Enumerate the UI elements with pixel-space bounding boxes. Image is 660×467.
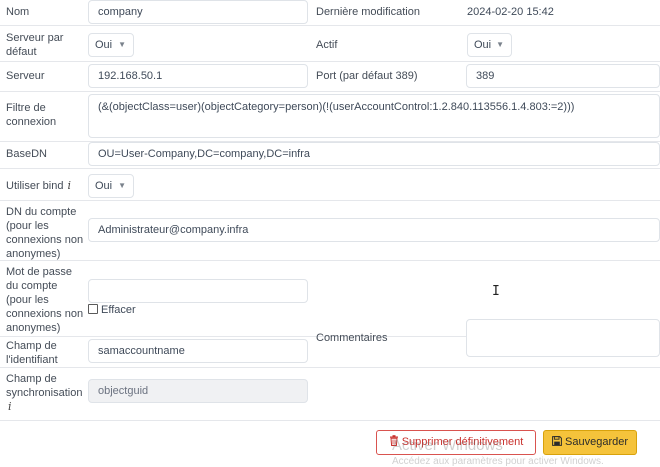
label-port: Port (par défaut 389) [316,70,418,82]
save-icon [552,436,562,446]
divider [0,200,660,201]
nom-input[interactable]: company [88,0,308,24]
divider [0,260,660,261]
utiliser-bind-select[interactable]: Oui ▼ [88,174,134,198]
label-utiliser-bind: Utiliser bind i [6,179,71,193]
serveur-par-defaut-select[interactable]: Oui ▼ [88,33,134,57]
divider [0,25,660,26]
utiliser-bind-label-text: Utiliser bind [6,180,64,192]
info-icon[interactable]: i [67,179,71,192]
actif-value: Oui [474,39,492,51]
serveur-input[interactable]: 192.168.50.1 [88,64,308,88]
divider [0,420,660,421]
divider [0,168,660,169]
label-serveur: Serveur [6,70,45,82]
label-nom: Nom [6,6,30,18]
actif-select[interactable]: Oui ▼ [467,33,512,57]
champ-synchronisation-label-text: Champ de synchronisation [6,373,83,399]
derniere-modification-value: 2024-02-20 15:42 [467,6,554,18]
champ-synchronisation-input: objectguid [88,379,308,403]
mot-de-passe-input[interactable] [88,279,308,303]
label-serveur-par-defaut: Serveur par défaut [6,32,64,58]
effacer-checkbox[interactable]: Effacer [88,304,136,316]
text-cursor-icon: I [492,284,500,299]
basedn-input[interactable]: OU=User-Company,DC=company,DC=infra [88,142,660,166]
chevron-down-icon: ▼ [496,40,504,49]
windows-activation-subtext: Accédez aux paramètres pour activer Wind… [392,456,604,467]
chevron-down-icon: ▼ [118,181,126,190]
label-filtre-de-connexion: Filtre de connexion [6,102,57,128]
divider [0,61,660,62]
save-button-label: Sauvegarder [565,436,629,448]
divider [0,367,660,368]
checkbox-box[interactable] [88,304,98,314]
label-commentaires: Commentaires [316,332,388,344]
label-champ-synchronisation: Champ de synchronisation i [6,372,86,414]
divider [0,91,660,92]
label-derniere-modification: Dernière modification [316,6,420,18]
dn-du-compte-input[interactable]: Administrateur@company.infra [88,218,660,242]
windows-activation-watermark: Activer Windows [392,437,503,454]
label-mot-de-passe: Mot de passe du compte (pour les connexi… [6,266,84,334]
effacer-label: Effacer [101,304,136,316]
utiliser-bind-value: Oui [95,180,113,192]
label-champ-identifiant: Champ de l'identifiant [6,340,58,366]
label-actif: Actif [316,39,338,51]
label-basedn: BaseDN [6,148,47,160]
save-button[interactable]: Sauvegarder [543,430,637,455]
info-icon[interactable]: i [8,400,86,414]
commentaires-textarea[interactable] [466,319,660,357]
port-input[interactable]: 389 [466,64,660,88]
serveur-par-defaut-value: Oui [95,39,113,51]
champ-identifiant-input[interactable]: samaccountname [88,339,308,363]
filtre-de-connexion-input[interactable]: (&(objectClass=user)(objectCategory=pers… [88,94,660,138]
chevron-down-icon: ▼ [118,40,126,49]
label-dn-du-compte: DN du compte (pour les connexions non an… [6,206,84,260]
